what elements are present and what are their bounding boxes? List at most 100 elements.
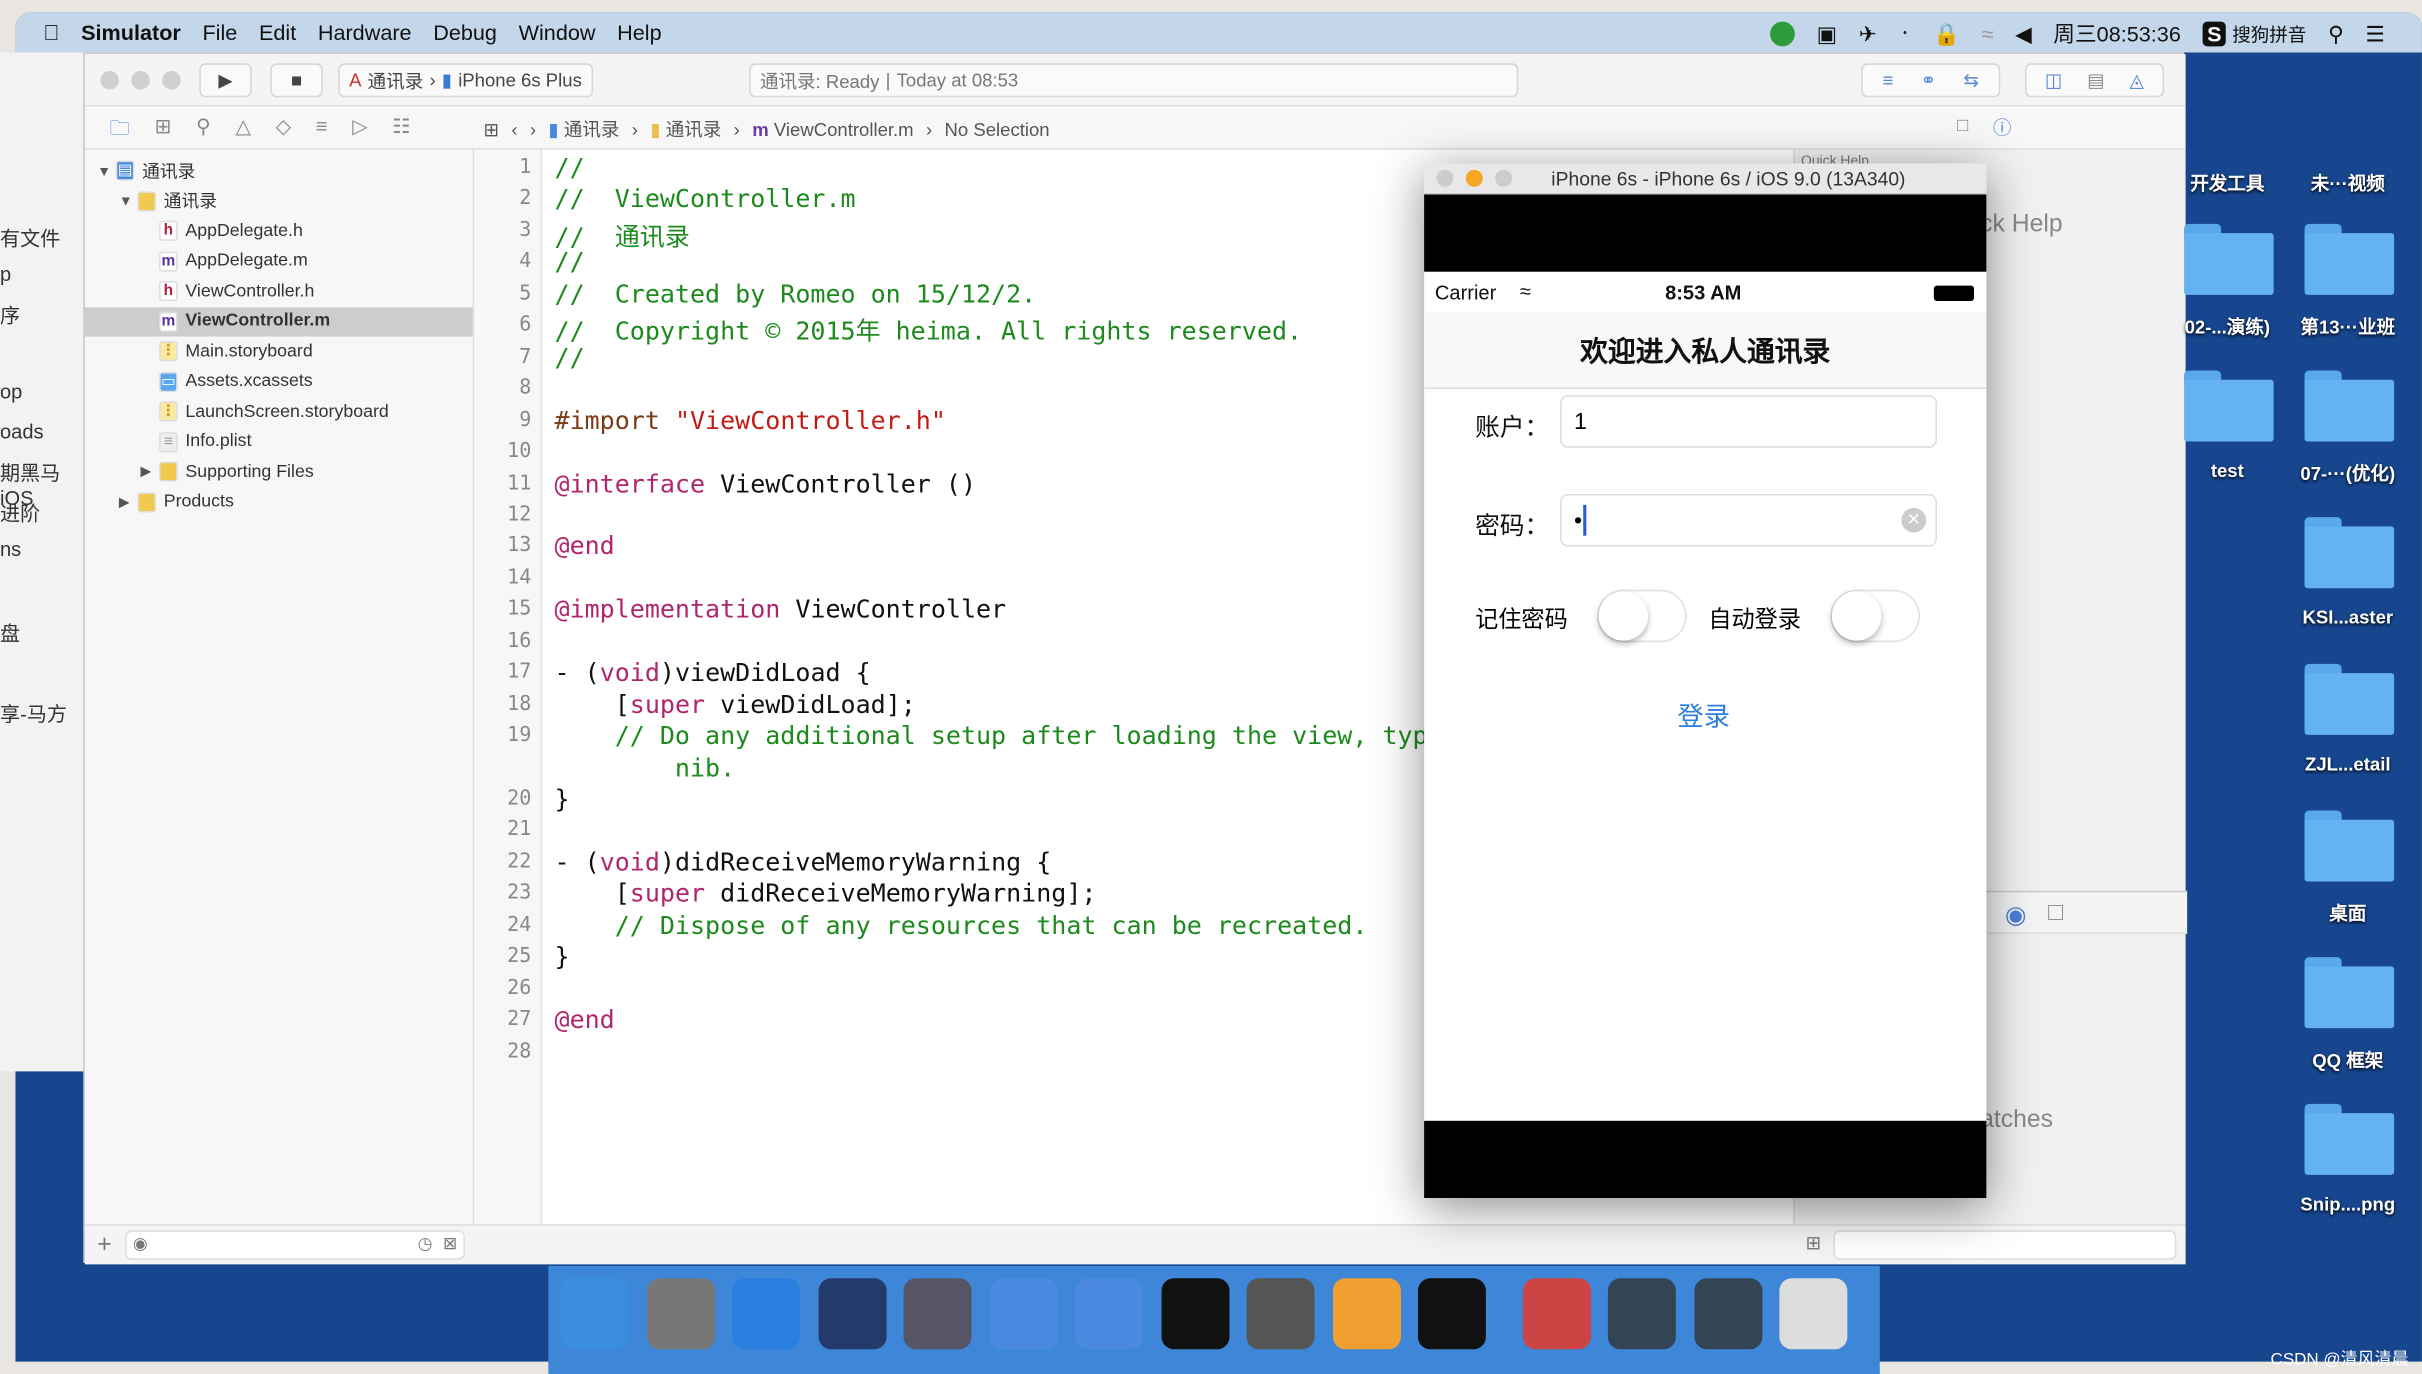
finder-sidebar-item[interactable]: p <box>0 262 11 285</box>
wifi-icon[interactable]: ≈ <box>1982 22 1994 47</box>
desktop-item-label[interactable]: Snip....png <box>2286 1193 2410 1215</box>
trash-dock-icon[interactable] <box>1779 1278 1848 1350</box>
navigator-item[interactable]: ⋮ LaunchScreen.storyboard <box>85 397 473 426</box>
folder-icon[interactable] <box>2304 517 2395 589</box>
folder-icon[interactable] <box>2184 370 2274 442</box>
grid-view-icon[interactable]: ⊞ <box>1806 1232 1822 1254</box>
finder-sidebar-item[interactable]: ns <box>0 537 21 560</box>
menu-edit[interactable]: Edit <box>259 20 296 45</box>
finder-sidebar-item[interactable]: 进阶 <box>0 497 40 526</box>
preview-png-dock-icon[interactable] <box>1607 1278 1676 1350</box>
menu-help[interactable]: Help <box>617 20 661 45</box>
file-inspector-icon[interactable]: □ <box>1957 114 1968 140</box>
finder-sidebar-item[interactable]: 盘 <box>0 618 20 647</box>
navigator-item[interactable]: ▶ Products <box>85 487 473 516</box>
stop-button[interactable]: ■ <box>270 63 323 98</box>
finder-sidebar-item[interactable]: 享-马方 <box>0 698 67 727</box>
assistant-editor-icon[interactable]: ⚭ <box>1921 69 1937 91</box>
menu-hardware[interactable]: Hardware <box>318 20 412 45</box>
menu-app[interactable]: Simulator <box>81 20 181 45</box>
mouse-dock-icon[interactable] <box>817 1278 886 1350</box>
finder-sidebar-item[interactable]: 序 <box>0 299 20 328</box>
menu-window[interactable]: Window <box>519 20 596 45</box>
zoom-button[interactable] <box>162 71 181 90</box>
related-items-icon[interactable]: ⊞ <box>483 118 499 140</box>
navigator-toggle-icon[interactable]: ◫ <box>2045 69 2063 91</box>
scheme-selector[interactable]: A 通讯录 › ▮ iPhone 6s Plus <box>338 63 593 98</box>
navigator-item[interactable]: ▼ ▤ 通讯录 <box>85 156 473 185</box>
camera-icon[interactable]: ▣ <box>1817 21 1837 47</box>
disclosure-open-icon[interactable]: ▼ <box>119 193 138 208</box>
desktop-item-label[interactable]: 开发工具 <box>2166 170 2290 196</box>
minimize-button[interactable] <box>131 71 150 90</box>
standard-editor-icon[interactable]: ≡ <box>1883 69 1894 91</box>
menu-debug[interactable]: Debug <box>433 20 497 45</box>
desktop-item-label[interactable]: 桌面 <box>2286 900 2410 926</box>
lock-icon[interactable]: 🔒 <box>1933 21 1960 47</box>
jump-selection[interactable]: No Selection <box>945 118 1050 140</box>
safari-dock-icon[interactable] <box>732 1278 801 1350</box>
finder-sidebar-item[interactable]: op <box>0 380 22 403</box>
jump-project[interactable]: ▮ 通讯录 <box>548 116 619 142</box>
zoom-button[interactable] <box>1495 169 1513 187</box>
navigator-item[interactable]: m AppDelegate.m <box>85 246 473 275</box>
folder-icon[interactable] <box>2184 223 2274 295</box>
terminal-dock-icon[interactable] <box>1160 1278 1229 1350</box>
folder-icon[interactable] <box>2304 810 2395 882</box>
navigator-item[interactable]: h ViewController.h <box>85 276 473 305</box>
finder-dock-icon[interactable] <box>560 1278 629 1350</box>
close-button[interactable] <box>1436 169 1454 187</box>
disclosure-closed-icon[interactable]: ▶ <box>141 463 160 480</box>
navigator-item[interactable]: h AppDelegate.h <box>85 216 473 245</box>
volume-icon[interactable]: ◀ <box>2015 21 2032 47</box>
finder-sidebar-item[interactable]: oads <box>0 420 44 443</box>
folder-icon[interactable] <box>2304 957 2395 1029</box>
image-file-icon[interactable] <box>2304 1103 2395 1175</box>
navigator-item[interactable]: ▼ 通讯录 <box>85 186 473 215</box>
media-player-dock-icon[interactable] <box>1522 1278 1591 1350</box>
navigator-item[interactable]: m ViewController.m <box>84 306 473 336</box>
airplane-icon[interactable]: ✈ <box>1859 21 1877 47</box>
navigator-item[interactable]: ▶ Supporting Files <box>85 457 473 486</box>
add-icon[interactable]: + <box>97 1232 111 1260</box>
login-button[interactable]: 登录 <box>1677 695 1730 734</box>
password-field[interactable]: • ✕ <box>1560 494 1937 547</box>
desktop-item-label[interactable]: 第13···业班 <box>2286 313 2410 339</box>
navigator-filter-input[interactable]: ◉ ◷ ⊠ <box>125 1230 465 1260</box>
ime-indicator[interactable]: S 搜狗拼音 <box>2202 20 2306 47</box>
clock[interactable]: 周三08:53:36 <box>2053 19 2180 50</box>
recorder-icon[interactable] <box>1770 21 1796 47</box>
folder-icon[interactable] <box>2304 663 2395 735</box>
account-field[interactable]: 1 <box>1560 395 1937 448</box>
folder-icon[interactable] <box>2304 370 2395 442</box>
find-navigator-icon[interactable]: ⚲ <box>196 114 211 148</box>
jump-group[interactable]: ▮ 通讯录 <box>650 116 721 142</box>
folder-icon[interactable] <box>2304 223 2395 295</box>
xcode-dock-icon[interactable] <box>989 1278 1058 1350</box>
library-filter-input[interactable] <box>1833 1230 2177 1260</box>
photo-slideshow-dock-icon[interactable] <box>903 1278 972 1350</box>
test-navigator-icon[interactable]: ◇ <box>276 114 291 148</box>
apple-icon[interactable]:  <box>43 20 59 45</box>
launchpad-dock-icon[interactable] <box>646 1278 715 1350</box>
media-library-icon[interactable]: □ <box>2048 900 2063 928</box>
jump-file[interactable]: m ViewController.m <box>752 118 913 140</box>
minimize-button[interactable] <box>1465 169 1483 187</box>
project-navigator-icon[interactable]: 🗀 <box>110 114 130 148</box>
system-preferences-dock-icon[interactable] <box>1246 1278 1315 1350</box>
desktop-item-label[interactable]: ZJL...etail <box>2286 753 2410 775</box>
desktop-item-label[interactable]: KSI...aster <box>2286 607 2410 629</box>
debug-toggle-icon[interactable]: ▤ <box>2087 69 2105 91</box>
desktop-item-label[interactable]: 07-···(优化) <box>2286 460 2410 486</box>
bluetooth-icon[interactable]: ᛫ <box>1898 22 1911 47</box>
report-navigator-icon[interactable]: ☷ <box>392 114 410 148</box>
desktop-item-label[interactable]: 未···视频 <box>2286 170 2410 196</box>
clear-text-icon[interactable]: ✕ <box>1901 507 1927 533</box>
breakpoint-navigator-icon[interactable]: ▷ <box>352 114 367 148</box>
finder-sidebar-item[interactable]: 有文件 <box>0 222 60 251</box>
object-library-icon[interactable]: ◉ <box>2005 900 2027 931</box>
close-button[interactable] <box>100 71 119 90</box>
symbol-navigator-icon[interactable]: ⊞ <box>154 114 171 148</box>
instruments-dock-icon[interactable] <box>1075 1278 1144 1350</box>
navigator-item[interactable]: ▭ Assets.xcassets <box>85 367 473 396</box>
